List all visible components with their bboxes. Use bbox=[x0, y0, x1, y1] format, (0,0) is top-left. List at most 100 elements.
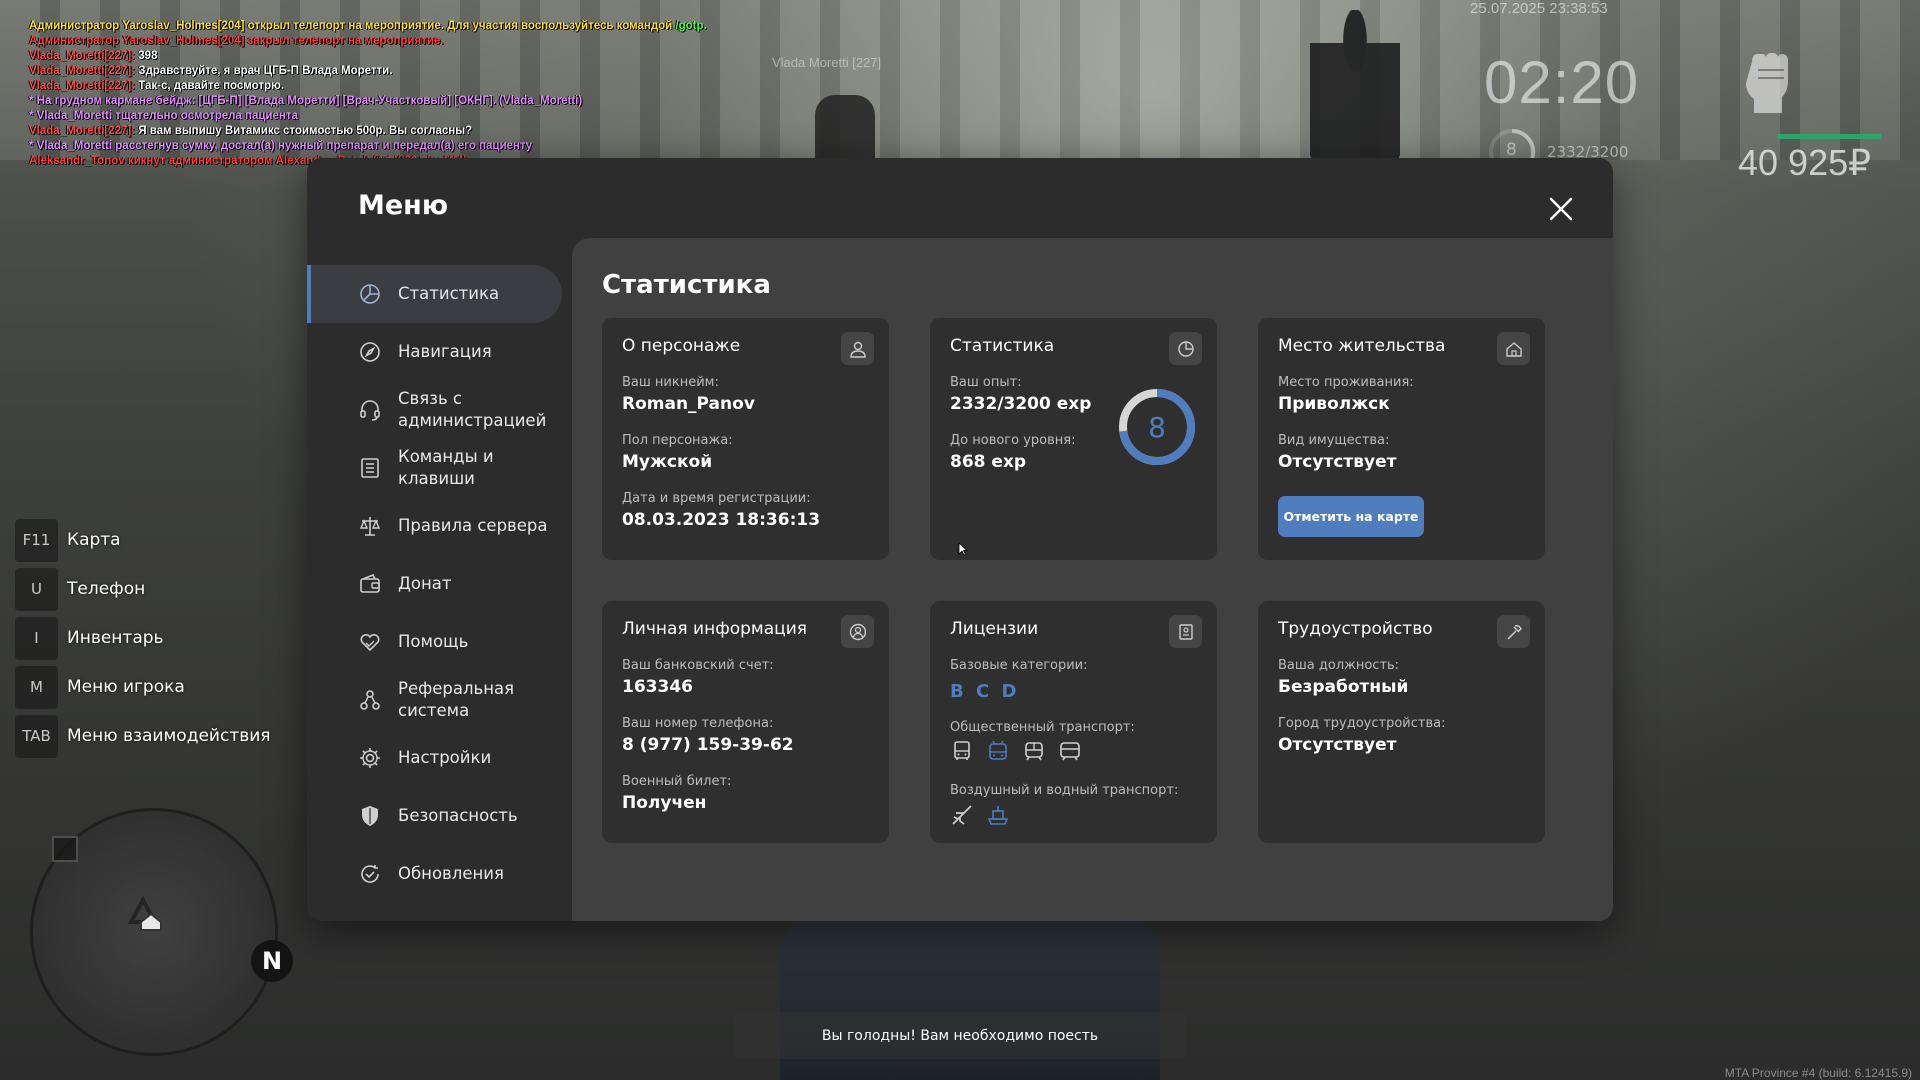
military-label: Военный билет: bbox=[622, 774, 732, 789]
position-value: Безработный bbox=[1278, 677, 1409, 697]
hotkey-inventory: I Инвентарь bbox=[15, 616, 271, 660]
trolleybus-icon bbox=[989, 740, 1007, 760]
key-badge: M bbox=[15, 665, 58, 709]
hotkey-interaction-menu: TAB Меню взаимодействия bbox=[15, 714, 271, 758]
chart-pie-icon bbox=[360, 284, 380, 304]
chat-fragment: Vlada_Moretti[227]: bbox=[29, 125, 139, 137]
nav-label: Команды и клавиши bbox=[398, 447, 494, 488]
position-label: Ваша должность: bbox=[1278, 658, 1400, 673]
chat-fragment: Так-с, давайте посмотрю. bbox=[138, 80, 285, 92]
card-title: Трудоустройство bbox=[1278, 619, 1433, 639]
registration-label: Дата и время регистрации: bbox=[622, 491, 811, 506]
key-label: Телефон bbox=[67, 579, 146, 599]
health-bar bbox=[1777, 134, 1881, 139]
nav-item-navigation[interactable]: Навигация bbox=[307, 323, 572, 381]
exp-value: 2332/3200 exp bbox=[950, 394, 1092, 414]
nav-label: Связь с администрацией bbox=[398, 389, 547, 430]
key-badge: TAB bbox=[15, 714, 58, 758]
nav-label: Помощь bbox=[398, 632, 469, 651]
hud-level: 8 bbox=[1506, 140, 1517, 160]
nav-label: Обновления bbox=[398, 864, 504, 883]
nav-label: Донат bbox=[398, 574, 452, 593]
build-info: MTA Province #4 (build: 6.12415.9) bbox=[1724, 1066, 1912, 1080]
nav-label: Настройки bbox=[398, 748, 492, 767]
hunger-notice: Вы голодны! Вам необходимо поесть bbox=[735, 1012, 1185, 1059]
content-title: Статистика bbox=[602, 270, 771, 300]
chat-fragment: Vlada_Moretti[227]: bbox=[29, 50, 139, 62]
base-categories-value: B C D bbox=[950, 681, 1020, 702]
list-icon bbox=[361, 458, 379, 478]
chat-line: Vlada_Moretti[227]: Так-с, давайте посмо… bbox=[29, 79, 929, 94]
card-title: Место жительства bbox=[1278, 336, 1446, 356]
nickname-value: Roman_Panov bbox=[622, 394, 755, 414]
base-categories-label: Базовые категории: bbox=[950, 658, 1088, 673]
nav-item-commands[interactable]: Команды и клавиши bbox=[307, 439, 572, 497]
registration-value: 08.03.2023 18:36:13 bbox=[622, 510, 821, 530]
handshake-heart-icon bbox=[360, 633, 380, 652]
close-icon[interactable] bbox=[1545, 193, 1577, 225]
gender-value: Мужской bbox=[622, 452, 713, 472]
card-residence: Место жительства Место проживания: Приво… bbox=[1258, 318, 1545, 560]
bank-label: Ваш банковский счет: bbox=[622, 658, 774, 673]
card-statistics: Статистика Ваш опыт: 2332/3200 exp До но… bbox=[930, 318, 1217, 560]
hotkey-map: F11 Карта bbox=[15, 518, 271, 562]
compass-icon bbox=[360, 342, 380, 362]
nav-item-updates[interactable]: Обновления bbox=[307, 845, 572, 903]
statistics-content: Статистика О персонаже Ваш никнейм: Roma… bbox=[572, 238, 1613, 921]
nav-item-donate[interactable]: Донат bbox=[307, 555, 572, 613]
chart-pie-icon bbox=[1177, 340, 1194, 357]
ship-icon bbox=[987, 806, 1009, 825]
license-card-icon bbox=[1178, 623, 1193, 640]
public-transport-label: Общественный транспорт: bbox=[950, 720, 1135, 735]
chat-line: * Vlada_Moretti расстегнув сумку, достал… bbox=[29, 139, 929, 154]
nav-item-statistics[interactable]: Статистика bbox=[307, 265, 562, 323]
level-number: 8 bbox=[1148, 410, 1166, 444]
card-employment: Трудоустройство Ваша должность: Безработ… bbox=[1258, 601, 1545, 843]
background-character bbox=[1310, 10, 1400, 160]
gender-label: Пол персонажа: bbox=[622, 433, 733, 448]
card-title: Личная информация bbox=[622, 619, 808, 639]
card-title: Статистика bbox=[950, 336, 1055, 356]
airplane-icon bbox=[952, 805, 972, 825]
hotkey-player-menu: M Меню игрока bbox=[15, 665, 271, 709]
chat-log: Администратор Yaroslav_Holmes[204] откры… bbox=[29, 19, 929, 169]
player-nametag: Vlada Moretti [227] bbox=[772, 55, 882, 70]
phone-value: 8 (977) 159-39-62 bbox=[622, 735, 794, 755]
nav-item-admin-contact[interactable]: Связь с администрацией bbox=[307, 381, 572, 439]
nav-label: Статистика bbox=[398, 284, 500, 303]
nav-item-security[interactable]: Безопасность bbox=[307, 787, 572, 845]
card-personal-info: Личная информация Ваш банковский счет: 1… bbox=[602, 601, 889, 843]
chat-fragment: Администратор Yaroslav_Holmes[204] откры… bbox=[29, 20, 676, 32]
phone-label: Ваш номер телефона: bbox=[622, 716, 774, 731]
nav-item-rules[interactable]: Правила сервера bbox=[307, 497, 572, 555]
chat-fragment: * На грудном кармане бейдж: [ЦГБ-П] [Вла… bbox=[29, 95, 583, 107]
military-value: Получен bbox=[622, 793, 707, 813]
minimap-north: N bbox=[251, 940, 293, 982]
residence-label: Место проживания: bbox=[1278, 375, 1414, 390]
chat-line: Vlada_Moretti[227]: Я вам выпишу Витамик… bbox=[29, 124, 929, 139]
card-character: О персонаже Ваш никнейм: Roman_Panov Пол… bbox=[602, 318, 889, 560]
card-icon-box bbox=[1497, 332, 1530, 365]
property-value: Отсутствует bbox=[1278, 452, 1397, 472]
mouse-cursor-icon bbox=[958, 542, 968, 556]
chat-fragment: * Vlada_Moretti расстегнув сумку, достал… bbox=[29, 140, 533, 152]
key-badge: F11 bbox=[15, 518, 58, 562]
public-transport-icons bbox=[950, 739, 1094, 763]
nav-item-referral[interactable]: Реферальная система bbox=[307, 671, 572, 729]
fist-icon bbox=[1746, 53, 1788, 113]
property-label: Вид имущества: bbox=[1278, 433, 1390, 448]
card-icon-box bbox=[1169, 332, 1202, 365]
bus-icon bbox=[954, 741, 970, 760]
nav-label: Реферальная система bbox=[398, 679, 515, 720]
card-icon-box bbox=[841, 332, 874, 365]
next-level-label: До нового уровня: bbox=[950, 433, 1076, 448]
house-marker-icon bbox=[127, 895, 162, 931]
nav-item-settings[interactable]: Настройки bbox=[307, 729, 572, 787]
chat-fragment: Vlada_Moretti[227]: bbox=[29, 65, 139, 77]
nav-item-help[interactable]: Помощь bbox=[307, 613, 572, 671]
card-licenses: Лицензии Базовые категории: B C D Общест… bbox=[930, 601, 1217, 843]
key-badge: I bbox=[15, 616, 58, 660]
wallet-icon bbox=[360, 573, 380, 593]
chat-line: Администратор Yaroslav_Holmes[204] закры… bbox=[29, 34, 929, 49]
mark-on-map-button[interactable]: Отметить на карте bbox=[1278, 496, 1424, 537]
